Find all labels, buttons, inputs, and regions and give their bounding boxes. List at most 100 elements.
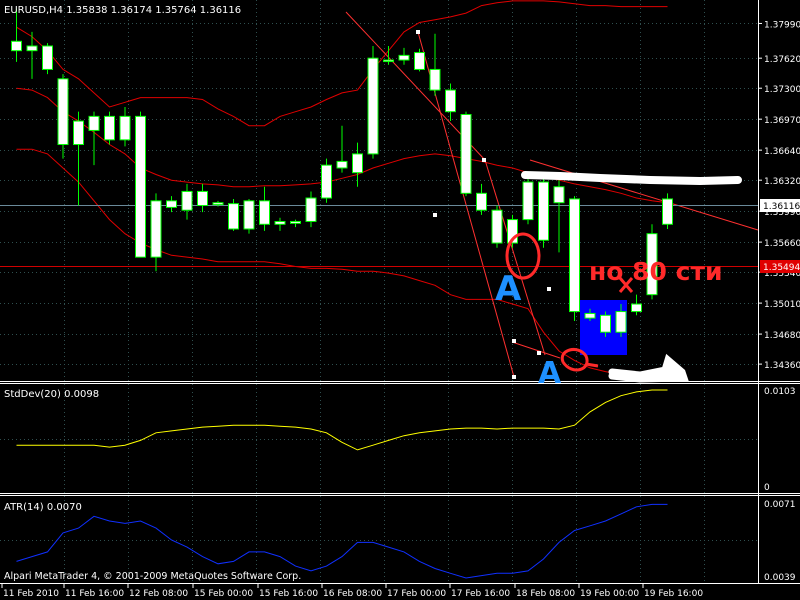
candle [228,198,239,231]
anchor-point [433,213,437,217]
candle-body-bull [631,303,642,313]
current-price-tag: 1.36116 [760,199,800,212]
candle-body-bull [243,200,255,230]
candle [243,198,255,234]
time-tick-label: 19 Feb 16:00 [644,589,703,599]
candle [460,111,472,197]
candle-body-bull [212,202,224,206]
candle-body-bear [135,115,146,258]
price-tick-label: 1.34360 [764,361,800,371]
candle-body-bear [460,113,472,194]
price-tick-label: 1.36320 [764,177,800,187]
candle-body-bull [600,314,611,333]
candle-body-bull [553,186,565,204]
candle-body-bull [181,190,193,211]
candle-body-bull [352,153,363,174]
candle-body-bull [274,220,286,225]
time-tick-label: 18 Feb 08:00 [516,589,575,599]
candle [367,45,379,159]
stddev-top-tick: 0.0103 [764,387,796,397]
stddev-bottom-tick: 0 [764,483,770,493]
price-tick-label: 1.34680 [764,331,800,341]
candle-body-bull [398,54,410,61]
time-tick-label: 17 Feb 16:00 [451,589,510,599]
anchor-point [416,30,420,34]
time-tick-label: 19 Feb 00:00 [580,589,639,599]
price-tick-label: 1.37990 [764,20,800,30]
atr-bottom-tick: 0.0039 [764,573,796,583]
candle-body-bull [383,59,394,63]
anchor-point [512,339,516,343]
candle [569,196,580,321]
level-price-tag-text: 1.35494 [763,263,800,273]
candle-body-bull [522,181,534,221]
anchor-point [537,351,541,355]
price-tick-label: 1.36640 [764,147,800,157]
candle [414,48,425,72]
candle-body-bear [11,40,22,52]
candle-body-bear [414,52,425,70]
candle-body-bull [584,312,596,319]
candle-body-bull [88,115,100,131]
price-tick-label: 1.37620 [764,55,800,65]
candle-body-bull [290,220,301,224]
anchor-point [482,158,486,162]
candle-body-bull [150,200,162,258]
time-tick-label: 11 Feb 2010 [3,589,59,599]
time-tick-label: 12 Feb 08:00 [129,589,188,599]
candle [522,177,534,225]
level-price-tag: 1.35494 [760,260,800,273]
stddev-label: StdDev(20) 0.0098 [4,389,99,400]
candle-body-bull [367,57,379,155]
candle [538,177,549,248]
time-tick-label: 16 Feb 08:00 [323,589,382,599]
background [0,0,800,600]
candle-body-bear [104,115,115,141]
candle-body-bear [57,78,69,146]
candle [491,205,503,248]
time-tick-label: 15 Feb 00:00 [194,589,253,599]
time-tick-label: 17 Feb 00:00 [387,589,446,599]
anchor-point [512,375,516,379]
candle-body-bear [491,209,503,244]
atr-top-tick: 0.0071 [764,500,796,510]
candle-body-bear [538,181,549,241]
price-tick-label: 1.37300 [764,85,800,95]
annotation-russian-text: но 80 сти [589,257,722,286]
candle-body-bear [259,200,270,225]
candle [104,111,115,145]
candle-body-bull [336,160,348,169]
annotation-letter-a-lower: A [538,356,562,391]
candle-body-bear [42,45,53,70]
price-tick-label: 1.36970 [764,116,800,126]
atr-label: ATR(14) 0.0070 [4,502,82,513]
candle [135,111,146,258]
annotation-letter-a: A [495,269,522,309]
candle-body-bear [429,68,441,91]
chart-title: EURUSD,H4 1.35838 1.36174 1.35764 1.3611… [4,5,241,16]
candle-body-bear [476,192,487,211]
price-tick-label: 1.35660 [764,239,800,249]
candle-body-bear [197,190,208,207]
candle [662,193,673,229]
current-price-tag-text: 1.36116 [763,202,800,212]
candle-body-bull [662,198,673,225]
candle-body-bull [26,45,38,52]
chart-canvas: A A но 80 сти 1.37990 1.37620 1.37300 1.369… [0,0,800,600]
candle-body-bull [119,115,131,141]
candle [42,43,53,75]
anchor-point [547,287,551,291]
price-tick-label: 1.35010 [764,300,800,310]
candle-body-bear [228,203,239,230]
candle-body-bull [615,311,627,333]
candle-body-bull [305,197,317,222]
candle [321,158,332,203]
copyright-text: Alpari MetaTrader 4, © 2001-2009 MetaQuo… [4,571,301,582]
candle-body-bear [445,89,456,113]
candle-body-bull [166,200,177,208]
candle-body-bear [569,198,580,313]
time-tick-label: 11 Feb 16:00 [65,589,124,599]
candle-body-bull [321,164,332,199]
time-tick-label: 15 Feb 16:00 [259,589,318,599]
candle-body-bull [73,120,84,146]
